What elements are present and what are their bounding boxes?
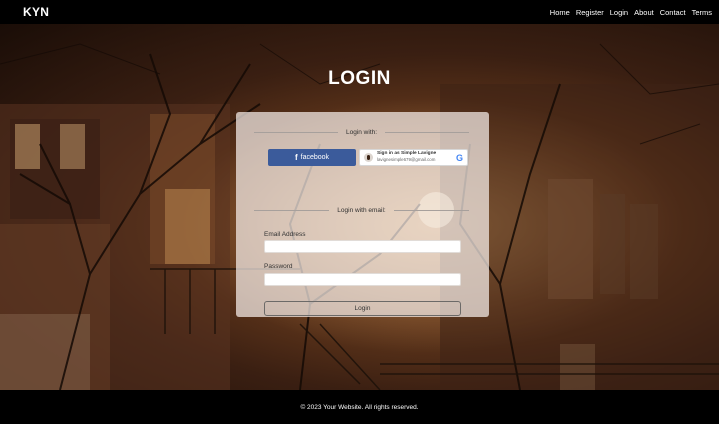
- brand-logo[interactable]: KYN: [23, 5, 49, 19]
- social-divider: Login with:: [254, 127, 470, 137]
- google-account-email: lavignesimple679@gmail.com: [377, 157, 436, 163]
- password-input[interactable]: [264, 273, 461, 286]
- facebook-label: facebook: [300, 154, 330, 161]
- page-title: LOGIN: [328, 68, 391, 89]
- email-divider: Login with email:: [254, 205, 470, 215]
- navbar: KYN Home Register Login About Contact Te…: [0, 0, 719, 24]
- facebook-icon: f: [294, 153, 298, 162]
- google-icon: G: [455, 152, 463, 163]
- footer-copyright: © 2023 Your Website. All rights reserved…: [300, 403, 419, 411]
- nav-terms[interactable]: Terms: [692, 8, 712, 17]
- nav-links: Home Register Login About Contact Terms: [550, 8, 712, 17]
- footer: © 2023 Your Website. All rights reserved…: [0, 390, 719, 424]
- email-label: Email Address: [264, 231, 306, 238]
- nav-register[interactable]: Register: [576, 8, 604, 17]
- login-card: Login with: f facebook Sign in as Simple…: [236, 112, 489, 317]
- nav-home[interactable]: Home: [550, 8, 570, 17]
- email-divider-text: Login with email:: [337, 206, 386, 214]
- login-button[interactable]: Login: [264, 301, 461, 316]
- nav-login[interactable]: Login: [610, 8, 628, 17]
- facebook-login-button[interactable]: f facebook: [268, 149, 356, 166]
- google-signin-button[interactable]: Sign in as Simple Lavigne lavignesimple6…: [359, 149, 468, 166]
- email-input[interactable]: [264, 240, 461, 253]
- hero-background: LOGIN Login with: f facebook Sign in as …: [0, 24, 719, 390]
- social-divider-text: Login with:: [345, 128, 378, 136]
- user-avatar-icon: [364, 153, 373, 162]
- nav-about[interactable]: About: [634, 8, 654, 17]
- password-label: Password: [264, 263, 293, 270]
- nav-contact[interactable]: Contact: [660, 8, 686, 17]
